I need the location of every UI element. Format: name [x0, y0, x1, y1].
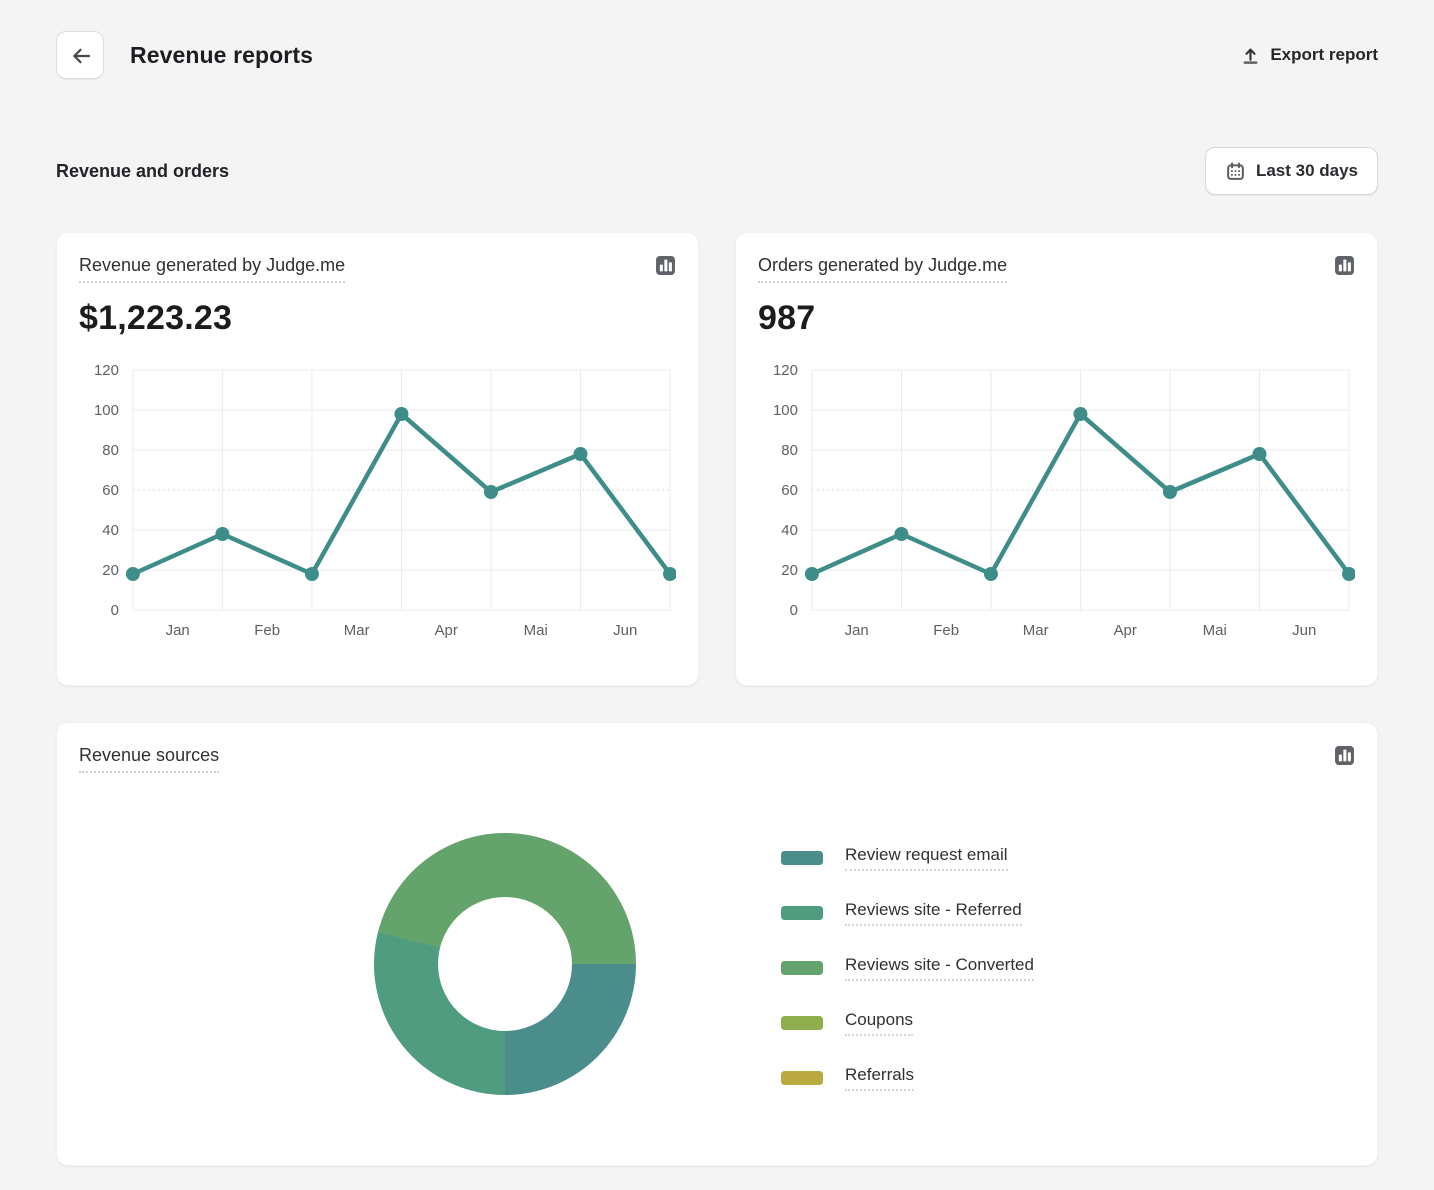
data-point: [573, 447, 588, 461]
bar-chart-icon: [1334, 255, 1355, 276]
y-tick-label: 20: [102, 562, 119, 579]
legend-swatch: [781, 1071, 823, 1085]
y-tick-label: 60: [102, 482, 119, 499]
date-range-button[interactable]: Last 30 days: [1204, 147, 1378, 195]
legend-swatch: [781, 851, 823, 865]
revenue-card-title[interactable]: Revenue generated by Judge.me: [79, 255, 346, 283]
section-title: Revenue and orders: [56, 160, 230, 181]
data-point: [304, 567, 319, 581]
data-point: [215, 527, 230, 541]
revenue-reports-page: Revenue reports Export report Revenue an…: [0, 0, 1434, 1190]
legend-item-referrals[interactable]: Referrals: [781, 1065, 1034, 1091]
revenue-value: $1,223.23: [79, 299, 233, 337]
x-tick-label: Mai: [1203, 622, 1227, 639]
revenue-card: Revenue generated by Judge.me $1,223.23 …: [56, 232, 699, 686]
x-tick-label: Jun: [1292, 622, 1316, 639]
y-tick-label: 0: [111, 602, 119, 619]
data-point: [894, 527, 909, 541]
legend-swatch: [781, 906, 823, 920]
revenue-sources-body: Review request email Reviews site - Refe…: [79, 833, 1355, 1120]
revenue-sources-title[interactable]: Revenue sources: [79, 745, 220, 773]
data-point: [1252, 447, 1267, 461]
legend-label: Review request email: [845, 845, 1008, 871]
data-point: [1073, 407, 1088, 421]
back-button[interactable]: [56, 31, 104, 79]
x-tick-label: Mai: [524, 622, 548, 639]
revenue-sources-card: Revenue sources Review request email Rev…: [56, 722, 1378, 1166]
upload-icon: [1240, 45, 1261, 66]
legend-swatch: [781, 1016, 823, 1030]
y-tick-label: 100: [773, 402, 798, 419]
legend-swatch: [781, 961, 823, 975]
y-tick-label: 40: [102, 522, 119, 539]
page-title: Revenue reports: [130, 41, 314, 68]
arrow-left-icon: [70, 45, 91, 66]
section-toolbar: Revenue and orders Last 30 days: [56, 147, 1378, 195]
x-tick-label: Jun: [613, 622, 637, 639]
date-range-label: Last 30 days: [1255, 161, 1358, 180]
legend-label: Coupons: [845, 1010, 914, 1036]
y-tick-label: 120: [94, 362, 119, 379]
data-point: [483, 485, 498, 499]
page-header: Revenue reports Export report: [56, 31, 1378, 79]
data-point: [1162, 485, 1177, 499]
orders-line-chart: 0 20 40 60 80 100 120 Jan Feb Mar Apr Mai Jun: [773, 362, 1355, 639]
donut-hole: [438, 897, 572, 1031]
data-point: [394, 407, 409, 421]
data-point: [983, 567, 998, 581]
orders-card-title[interactable]: Orders generated by Judge.me: [758, 255, 1008, 283]
revenue-sources-legend: Review request email Reviews site - Refe…: [781, 833, 1034, 1120]
y-tick-label: 80: [102, 442, 119, 459]
bar-chart-icon: [655, 255, 676, 276]
export-report-button[interactable]: Export report: [1240, 45, 1378, 66]
y-tick-label: 60: [781, 482, 798, 499]
legend-item-reviews-site-referred[interactable]: Reviews site - Referred: [781, 900, 1034, 926]
legend-item-coupons[interactable]: Coupons: [781, 1010, 1034, 1036]
x-tick-label: Feb: [933, 622, 959, 639]
y-tick-label: 100: [94, 402, 119, 419]
legend-item-reviews-site-converted[interactable]: Reviews site - Converted: [781, 955, 1034, 981]
legend-label: Reviews site - Converted: [845, 955, 1034, 981]
x-tick-label: Jan: [166, 622, 190, 639]
x-tick-label: Apr: [1114, 622, 1137, 639]
x-tick-label: Apr: [435, 622, 458, 639]
y-tick-label: 40: [781, 522, 798, 539]
export-report-label: Export report: [1270, 45, 1378, 64]
legend-label: Referrals: [845, 1065, 914, 1091]
calendar-icon: [1225, 161, 1246, 182]
orders-value: 987: [758, 299, 816, 337]
revenue-sources-donut-chart: [374, 833, 636, 1095]
x-tick-label: Feb: [254, 622, 280, 639]
legend-item-review-request-email[interactable]: Review request email: [781, 845, 1034, 871]
y-tick-label: 120: [773, 362, 798, 379]
revenue-line-chart: 0 20 40 60 80 100 120 Jan Feb Mar Apr Mai Jun: [94, 362, 676, 639]
bar-chart-icon: [1334, 745, 1355, 766]
x-tick-label: Mar: [344, 622, 370, 639]
x-tick-label: Jan: [845, 622, 869, 639]
y-tick-label: 0: [790, 602, 798, 619]
data-point: [125, 567, 140, 581]
data-point: [804, 567, 819, 581]
y-tick-label: 80: [781, 442, 798, 459]
legend-label: Reviews site - Referred: [845, 900, 1022, 926]
metric-cards-row: Revenue generated by Judge.me $1,223.23 …: [56, 232, 1378, 686]
orders-card: Orders generated by Judge.me 987 0 20 40 60…: [735, 232, 1378, 686]
y-tick-label: 20: [781, 562, 798, 579]
x-tick-label: Mar: [1023, 622, 1049, 639]
